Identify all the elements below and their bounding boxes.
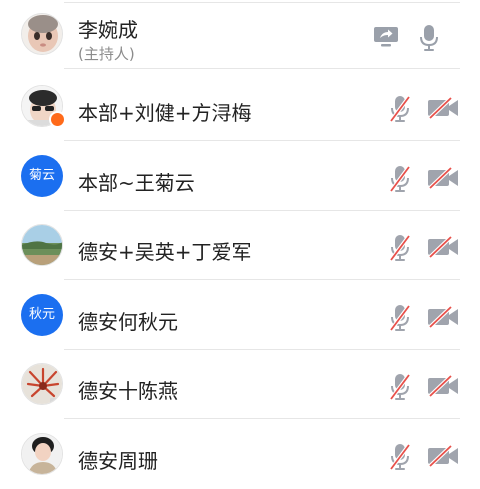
microphone-muted-icon[interactable] xyxy=(389,443,411,471)
participant-row[interactable]: 德安周珊 xyxy=(0,420,480,489)
microphone-muted-icon[interactable] xyxy=(389,234,411,262)
row-divider xyxy=(64,68,460,69)
participant-name: 本部+刘健+方浔梅 xyxy=(78,101,252,125)
host-name: 李婉成 xyxy=(78,18,138,42)
participant-row[interactable]: 本部+刘健+方浔梅 xyxy=(0,72,480,141)
avatar[interactable] xyxy=(21,224,63,266)
participant-row[interactable]: 德安十陈燕 xyxy=(0,350,480,419)
microphone-muted-icon[interactable] xyxy=(389,304,411,332)
participant-row[interactable]: 秋元 德安何秋元 xyxy=(0,281,480,350)
host-role-label: (主持人) xyxy=(78,45,135,63)
microphone-muted-icon[interactable] xyxy=(389,373,411,401)
row-divider xyxy=(64,279,460,280)
microphone-icon[interactable] xyxy=(419,24,439,52)
camera-off-icon[interactable] xyxy=(427,306,459,328)
camera-off-icon[interactable] xyxy=(427,375,459,397)
avatar[interactable] xyxy=(21,13,63,55)
row-divider xyxy=(64,140,460,141)
camera-off-icon[interactable] xyxy=(427,97,459,119)
participant-row[interactable]: 德安+吴英+丁爱军 xyxy=(0,211,480,280)
participant-name: 德安何秋元 xyxy=(78,310,178,334)
camera-off-icon[interactable] xyxy=(427,236,459,258)
avatar-initials[interactable]: 秋元 xyxy=(21,294,63,336)
screen-share-icon[interactable] xyxy=(373,26,399,48)
host-row[interactable]: 李婉成 (主持人) xyxy=(0,0,480,69)
microphone-muted-icon[interactable] xyxy=(389,95,411,123)
participant-row[interactable]: 菊云 本部~王菊云 xyxy=(0,142,480,211)
camera-off-icon[interactable] xyxy=(427,445,459,467)
participant-name: 本部~王菊云 xyxy=(78,171,195,195)
camera-off-icon[interactable] xyxy=(427,167,459,189)
participant-name: 德安+吴英+丁爱军 xyxy=(78,240,252,264)
avatar[interactable] xyxy=(21,363,63,405)
host-badge-icon xyxy=(49,111,66,128)
avatar[interactable] xyxy=(21,433,63,475)
participant-list: 李婉成 (主持人) 本部+刘健+方浔梅 菊云 本部~王菊云 德安+吴英+丁爱军 … xyxy=(0,0,480,480)
avatar-initials[interactable]: 菊云 xyxy=(21,155,63,197)
row-divider xyxy=(64,418,460,419)
participant-name: 德安十陈燕 xyxy=(78,379,178,403)
microphone-muted-icon[interactable] xyxy=(389,165,411,193)
participant-name: 德安周珊 xyxy=(78,449,158,473)
